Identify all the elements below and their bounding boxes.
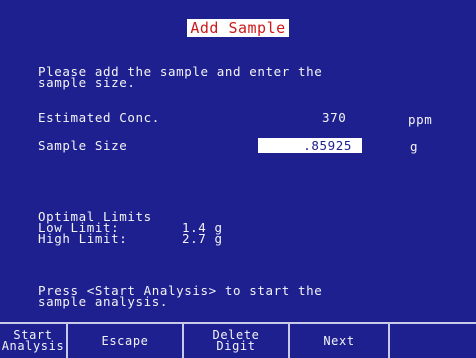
- sample-size-unit: g: [410, 139, 419, 154]
- start-analysis-button[interactable]: Start Analysis: [0, 324, 68, 358]
- high-limit-label: High Limit:: [38, 231, 128, 246]
- sample-size-label: Sample Size: [38, 138, 128, 153]
- instruction-line-2: sample size.: [38, 75, 136, 90]
- page-title: Add Sample: [187, 19, 289, 37]
- high-limit-value: 2.7 g: [182, 231, 223, 246]
- instrument-screen: Add Sample Please add the sample and ent…: [0, 0, 476, 358]
- estimated-conc-label: Estimated Conc.: [38, 110, 160, 125]
- estimated-conc-value: 370: [322, 110, 347, 125]
- escape-button[interactable]: Escape: [68, 324, 184, 358]
- next-button[interactable]: Next: [290, 324, 390, 358]
- blank-softkey[interactable]: [390, 324, 476, 358]
- title-bar: Add Sample: [0, 18, 476, 37]
- softkey-bar: Start Analysis Escape Delete Digit Next: [0, 322, 476, 358]
- prompt-line-2: sample analysis.: [38, 294, 169, 309]
- sample-size-input[interactable]: .85925: [258, 138, 362, 153]
- estimated-conc-unit: ppm: [408, 112, 433, 127]
- delete-digit-button[interactable]: Delete Digit: [184, 324, 290, 358]
